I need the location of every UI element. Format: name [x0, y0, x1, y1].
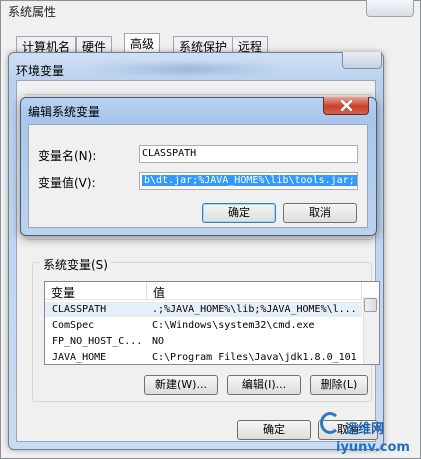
edit-variable-button[interactable]: 编辑(I)... [227, 375, 301, 395]
new-variable-button[interactable]: 新建(W)... [144, 375, 218, 395]
table-cell-name: JAVA_HOME [52, 352, 107, 363]
variable-value-input[interactable]: b\dt.jar;%JAVA_HOME%\lib\tools.jar; [139, 172, 358, 190]
table-cell-value: C:\Windows\system32\cmd.exe [152, 320, 315, 331]
table-cell-value: C:\Program Files\Java\jdk1.8.0_101 [152, 352, 357, 363]
column-header-variable[interactable]: 变量 [45, 282, 147, 300]
watermark-brand: 运维网 [345, 422, 385, 437]
edit-dialog-close-button[interactable] [323, 97, 369, 115]
scrollbar-thumb[interactable] [364, 298, 377, 312]
system-properties-title: 系统属性 [8, 5, 57, 19]
table-cell-value: NO [152, 336, 165, 347]
table-cell-name: FP_NO_HOST_C... [52, 336, 143, 347]
table-cell-name: ComSpec [52, 320, 95, 331]
column-header-value[interactable]: 值 [147, 282, 362, 300]
watermark-logo-icon [320, 412, 340, 434]
environment-variables-title: 环境变量 [16, 64, 65, 78]
title-blur [90, 64, 280, 74]
delete-variable-button[interactable]: 删除(L) [310, 375, 368, 395]
edit-ok-button[interactable]: 确定 [202, 203, 276, 223]
environment-variables-close-button[interactable] [342, 52, 382, 69]
table-cell-name: CLASSPATH [52, 304, 107, 315]
system-properties-close-button[interactable] [366, 0, 414, 17]
system-variables-label: 系统变量(S) [40, 256, 111, 273]
variable-name-label: 变量名(N): [38, 149, 97, 163]
variable-name-input[interactable]: CLASSPATH [139, 145, 358, 163]
edit-cancel-button[interactable]: 取消 [283, 203, 357, 223]
variable-value-label: 变量值(V): [38, 176, 96, 190]
edit-dialog-title: 编辑系统变量 [28, 105, 101, 119]
table-cell-value: .;%JAVA_HOME%\lib;%JAVA_HOME%\l... [152, 304, 357, 315]
selected-text: b\dt.jar;%JAVA_HOME%\lib\tools.jar; [142, 175, 357, 186]
watermark-site: iyunv.com [336, 440, 410, 455]
env-ok-button[interactable]: 确定 [237, 420, 311, 440]
